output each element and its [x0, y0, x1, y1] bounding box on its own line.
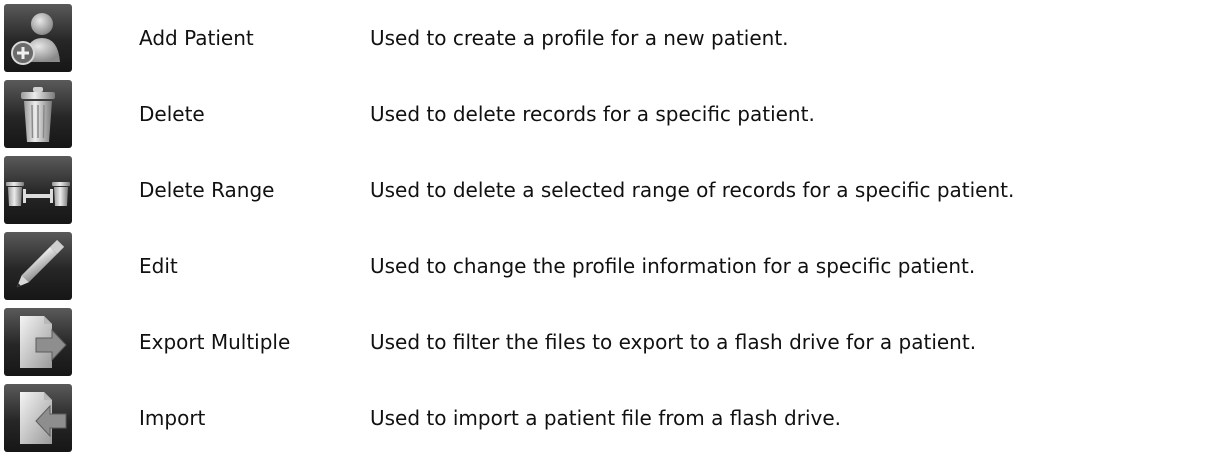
export-icon: [4, 308, 72, 376]
import-icon: [4, 384, 72, 452]
row-name: Import: [139, 406, 206, 430]
trash-can-icon: [4, 80, 72, 148]
table-row: Add Patient Used to create a profile for…: [0, 0, 1205, 76]
row-description: Used to change the profile information f…: [370, 254, 976, 278]
row-description: Used to filter the files to export to a …: [370, 330, 977, 354]
row-name: Edit: [139, 254, 178, 278]
row-name: Add Patient: [139, 26, 254, 50]
row-name: Delete: [139, 102, 205, 126]
row-description: Used to delete records for a specific pa…: [370, 102, 815, 126]
table-row: Export Multiple Used to filter the files…: [0, 304, 1205, 380]
row-description: Used to import a patient file from a fla…: [370, 406, 841, 430]
table-row: Edit Used to change the profile informat…: [0, 228, 1205, 304]
table-row: Import Used to import a patient file fro…: [0, 380, 1205, 456]
delete-range-icon: [4, 156, 72, 224]
pencil-icon: [4, 232, 72, 300]
row-name: Delete Range: [139, 178, 275, 202]
add-patient-icon: [4, 4, 72, 72]
table-row: Delete Used to delete records for a spec…: [0, 76, 1205, 152]
row-description: Used to delete a selected range of recor…: [370, 178, 1015, 202]
table-row: Delete Range Used to delete a selected r…: [0, 152, 1205, 228]
row-description: Used to create a profile for a new patie…: [370, 26, 789, 50]
row-name: Export Multiple: [139, 330, 291, 354]
